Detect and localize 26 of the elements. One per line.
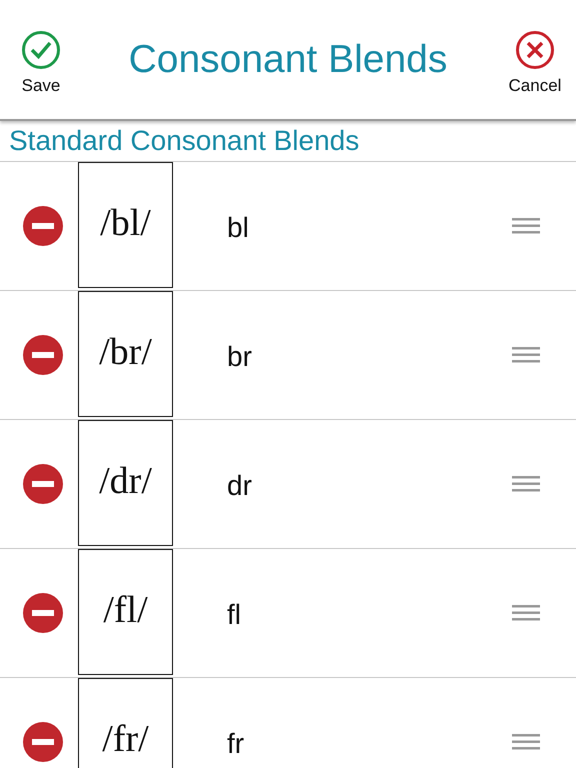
blend-letters: fr (227, 727, 246, 760)
delete-icon[interactable] (23, 206, 63, 246)
delete-icon[interactable] (23, 335, 63, 375)
drag-handle-icon[interactable] (512, 218, 540, 234)
phoneme-card: /fl/ (78, 549, 173, 675)
delete-icon[interactable] (23, 464, 63, 504)
drag-handle-icon[interactable] (512, 476, 540, 492)
cancel-button[interactable]: Cancel (494, 30, 576, 96)
section-header: Standard Consonant Blends (0, 121, 576, 162)
save-button[interactable]: Save (0, 30, 82, 96)
delete-icon[interactable] (23, 593, 63, 633)
phoneme-card: /dr/ (78, 420, 173, 546)
screen-title: Consonant Blends (128, 38, 448, 82)
blend-letters: br (227, 340, 253, 373)
phoneme-card: /br/ (78, 291, 173, 417)
phoneme-card: /bl/ (78, 162, 173, 288)
close-icon (514, 30, 555, 70)
drag-handle-icon[interactable] (512, 605, 540, 621)
drag-handle-icon[interactable] (512, 734, 540, 750)
blend-letters: dr (227, 469, 253, 502)
checkmark-icon (21, 30, 61, 70)
blend-letters: fl (227, 598, 242, 631)
blend-letters: bl (227, 211, 250, 244)
phoneme-card: /fr/ (78, 678, 173, 768)
drag-handle-icon[interactable] (512, 347, 540, 363)
delete-icon[interactable] (23, 722, 63, 762)
